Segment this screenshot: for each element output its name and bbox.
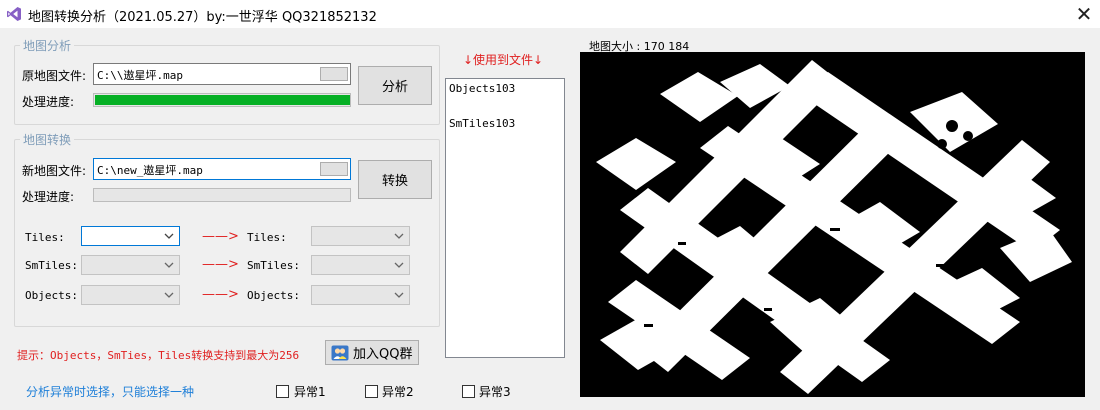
analysis-progress-bar (93, 93, 351, 107)
smtiles-map-arrow: ——> (202, 257, 239, 272)
smtiles-target-label: SmTiles: (247, 259, 300, 272)
anomaly-1-label: 异常1 (294, 385, 326, 399)
convert-button[interactable]: 转换 (358, 160, 432, 199)
join-qq-group-label: 加入QQ群 (353, 347, 413, 362)
source-file-label: 原地图文件: (22, 69, 87, 83)
anomaly-2-checkbox[interactable] (365, 385, 378, 398)
analysis-group-title: 地图分析 (20, 37, 75, 54)
hint-text: 提示：Objects，SmTies，Tiles转换支持到最大为256 (17, 349, 300, 362)
join-qq-group-button[interactable]: 加入QQ群 (325, 340, 419, 365)
smtiles-source-label: SmTiles: (25, 259, 78, 272)
objects-source-label: Objects: (25, 289, 78, 302)
anomaly-3-label: 异常3 (479, 385, 511, 399)
tiles-map-arrow: ——> (202, 229, 239, 244)
analysis-progress-fill (95, 95, 350, 105)
source-file-input[interactable]: C:\\遨星坪.map (93, 63, 351, 85)
chevron-down-icon (394, 233, 404, 239)
app-icon (7, 7, 21, 21)
tiles-target-select[interactable] (311, 226, 410, 246)
objects-source-select[interactable] (81, 285, 180, 305)
objects-target-select[interactable] (311, 285, 410, 305)
tiles-source-select[interactable] (81, 226, 180, 246)
new-file-input[interactable]: C:\new_遨星坪.map (93, 158, 351, 180)
analyze-button[interactable]: 分析 (358, 66, 432, 105)
new-browse-button[interactable] (320, 162, 348, 176)
convert-progress-bar (93, 188, 351, 202)
files-panel-title: ↓使用到文件↓ (463, 53, 544, 67)
tiles-source-label: Tiles: (25, 231, 65, 244)
new-file-value: C:\new_遨星坪.map (97, 164, 203, 177)
anomaly-hint: 分析异常时选择，只能选择一种 (26, 385, 195, 399)
objects-target-label: Objects: (247, 289, 300, 302)
chevron-down-icon (394, 262, 404, 268)
close-button[interactable]: ✕ (1068, 0, 1100, 28)
window-title: 地图转换分析（2021.05.27）by:一世浮华 QQ321852132 (28, 10, 377, 25)
source-file-value: C:\\遨星坪.map (97, 69, 183, 82)
chevron-down-icon (164, 233, 174, 239)
chevron-down-icon (164, 292, 174, 298)
analysis-progress-label: 处理进度: (22, 95, 75, 109)
users-icon (331, 345, 349, 360)
chevron-down-icon (164, 262, 174, 268)
list-item[interactable]: SmTiles103 (449, 117, 515, 130)
map-image (596, 60, 1072, 394)
map-preview (580, 52, 1085, 397)
chevron-down-icon (394, 292, 404, 298)
anomaly-3-checkbox[interactable] (462, 385, 475, 398)
source-browse-button[interactable] (320, 67, 348, 81)
smtiles-source-select[interactable] (81, 255, 180, 275)
anomaly-1-checkbox[interactable] (276, 385, 289, 398)
smtiles-target-select[interactable] (311, 255, 410, 275)
convert-progress-label: 处理进度: (22, 190, 75, 204)
used-files-list[interactable]: Objects103 SmTiles103 (445, 78, 565, 358)
list-item[interactable]: Objects103 (449, 82, 515, 95)
convert-group-title: 地图转换 (20, 131, 75, 148)
anomaly-2-label: 异常2 (382, 385, 414, 399)
tiles-target-label: Tiles: (247, 231, 287, 244)
new-file-label: 新地图文件: (22, 164, 87, 178)
objects-map-arrow: ——> (202, 287, 239, 302)
